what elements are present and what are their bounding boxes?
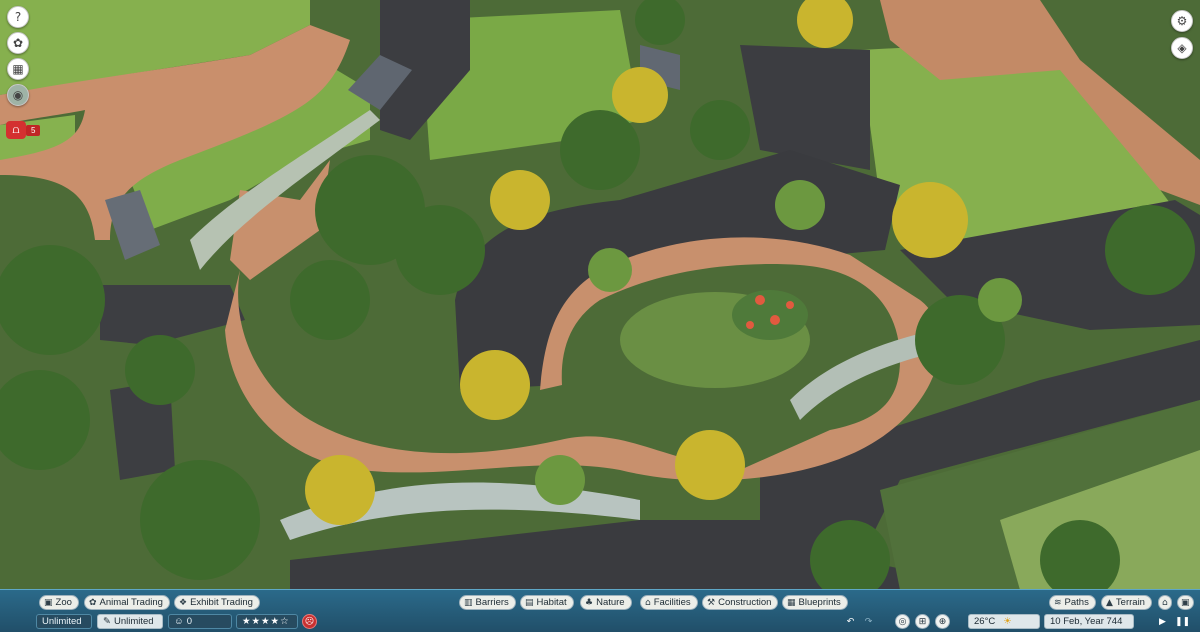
tab-nature[interactable]: ♣ Nature	[580, 595, 632, 610]
alert-count-badge: 5	[26, 125, 41, 136]
facilities-icon: ⌂	[645, 597, 651, 608]
blueprints-icon: ▦	[787, 597, 796, 608]
tab-barriers[interactable]: ▥ Barriers	[459, 595, 516, 610]
overlay-icon: ⊞	[918, 616, 927, 627]
tab-construction[interactable]: ⚒ Construction	[702, 595, 779, 610]
grid-icon: ⊕	[938, 616, 947, 627]
tab-habitat[interactable]: ▤ Habitat	[520, 595, 574, 610]
habitat-icon: ▤	[525, 597, 534, 608]
star-icon: ★★★★☆	[242, 616, 290, 627]
tab-animal-trading[interactable]: ✿ Animal Trading	[84, 595, 170, 610]
view-mode-button[interactable]: ⌂	[1158, 595, 1172, 610]
zoo-game-viewport[interactable]	[0, 0, 1200, 631]
photo-icon: ▣	[1181, 597, 1190, 608]
calendar-icon: ▦	[12, 62, 24, 76]
weather-display: 26°C ☀	[968, 614, 1040, 629]
calendar-button[interactable]: ▦	[7, 58, 29, 80]
zoo-info-button[interactable]: ✿	[7, 32, 29, 54]
alert-button[interactable]: ⩍	[6, 121, 26, 139]
settings-button[interactable]: ⚙	[1171, 10, 1193, 32]
paw-icon: ✿	[12, 36, 24, 50]
play-icon: ▶	[1159, 616, 1166, 627]
guest-count-display[interactable]: ☺ 0	[168, 614, 232, 629]
eye-icon: ◉	[12, 88, 24, 102]
help-button[interactable]: ?	[7, 6, 29, 28]
undo-button[interactable]: ↶	[843, 614, 858, 629]
tab-zoo[interactable]: ▣ Zoo	[39, 595, 79, 610]
research-display[interactable]: ✎ Unlimited	[97, 614, 163, 629]
guests-icon: ☺	[174, 616, 184, 627]
zoo-icon: ▣	[44, 597, 53, 608]
paths-icon: ≋	[1054, 597, 1062, 608]
barrier-icon: ▥	[464, 597, 473, 608]
research-icon: ✎	[103, 616, 111, 627]
heatmap-icon: ◎	[898, 616, 907, 627]
date-display: 10 Feb, Year 744	[1044, 614, 1134, 629]
home-icon: ⌂	[1162, 597, 1168, 608]
eye-view-button[interactable]: ◉	[7, 84, 29, 106]
sun-icon: ☀	[1003, 616, 1012, 627]
alert-gate-icon: ⩍	[12, 123, 20, 136]
camera-mode-button[interactable]: ▣	[1177, 595, 1194, 610]
grid-toggle-button[interactable]: ⊕	[935, 614, 950, 629]
play-button[interactable]: ▶	[1155, 614, 1170, 629]
tab-paths[interactable]: ≋ Paths	[1049, 595, 1096, 610]
redo-button[interactable]: ↷	[861, 614, 876, 629]
camera-settings-button[interactable]: ◈	[1171, 37, 1193, 59]
overlay-button[interactable]: ⊞	[915, 614, 930, 629]
exhibit-icon: ❖	[179, 597, 188, 608]
tab-terrain[interactable]: ▲ Terrain	[1101, 595, 1152, 610]
tab-facilities[interactable]: ⌂ Facilities	[640, 595, 698, 610]
guest-mood-button[interactable]: ☹	[302, 614, 317, 629]
pause-button[interactable]: ❚❚	[1175, 614, 1190, 629]
terrain-icon: ▲	[1106, 597, 1113, 608]
paw-icon: ✿	[89, 597, 97, 608]
nature-icon: ♣	[585, 597, 594, 608]
pause-icon: ❚❚	[1174, 616, 1191, 627]
redo-icon: ↷	[864, 616, 873, 627]
camera-icon: ◈	[1177, 41, 1187, 55]
zoo-rating-stars[interactable]: ★★★★☆	[236, 614, 298, 629]
construction-icon: ⚒	[707, 597, 716, 608]
question-mark-icon: ?	[14, 10, 22, 24]
tab-blueprints[interactable]: ▦ Blueprints	[782, 595, 848, 610]
sad-face-icon: ☹	[304, 616, 315, 627]
heatmap-button[interactable]: ◎	[895, 614, 910, 629]
money-display: Unlimited	[36, 614, 92, 629]
undo-icon: ↶	[846, 616, 855, 627]
gear-icon: ⚙	[1176, 14, 1188, 28]
tab-exhibit-trading[interactable]: ❖ Exhibit Trading	[174, 595, 260, 610]
bottom-toolbar: ▣ Zoo ✿ Animal Trading ❖ Exhibit Trading…	[0, 589, 1200, 632]
